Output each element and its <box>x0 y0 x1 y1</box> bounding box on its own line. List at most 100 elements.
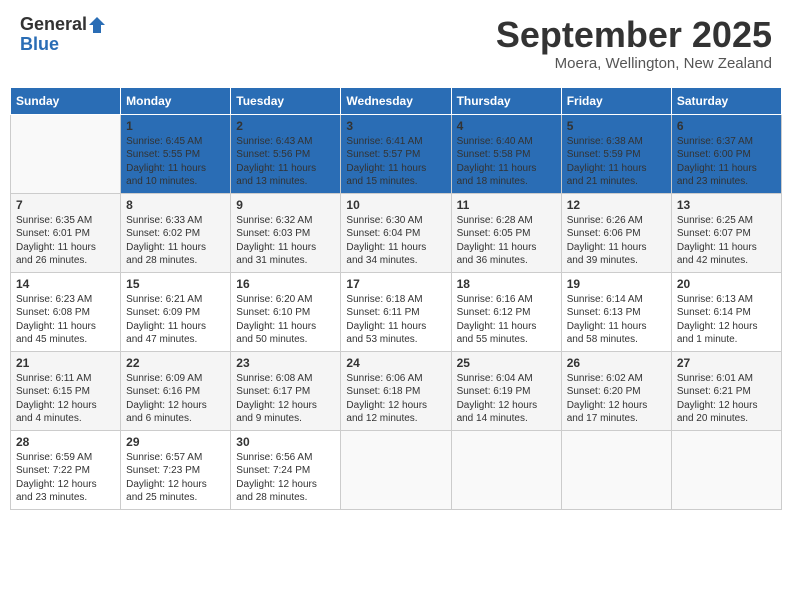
day-number: 9 <box>236 198 335 212</box>
location: Moera, Wellington, New Zealand <box>496 55 772 72</box>
calendar-cell: 27 Sunrise: 6:01 AMSunset: 6:21 PMDayligh… <box>671 351 781 430</box>
header: General Blue September 2025 Moera, Welli… <box>10 10 782 77</box>
header-row: SundayMondayTuesdayWednesdayThursdayFrid… <box>11 87 782 114</box>
calendar-cell: 20 Sunrise: 6:13 AMSunset: 6:14 PMDayligh… <box>671 272 781 351</box>
calendar-cell <box>671 430 781 509</box>
cell-details: Sunrise: 6:28 AMSunset: 6:05 PMDaylight:… <box>457 214 556 268</box>
calendar-cell: 28 Sunrise: 6:59 AMSunset: 7:22 PMDayligh… <box>11 430 121 509</box>
calendar-cell: 5 Sunrise: 6:38 AMSunset: 5:59 PMDaylight… <box>561 114 671 193</box>
col-header-sunday: Sunday <box>11 87 121 114</box>
calendar-cell: 25Sunrise: 6:04 AMSunset: 6:19 PMDayligh… <box>451 351 561 430</box>
calendar-cell: 10 Sunrise: 6:30 AMSunset: 6:04 PMDayligh… <box>341 193 451 272</box>
day-number: 20 <box>677 277 776 291</box>
cell-details: Sunrise: 6:59 AMSunset: 7:22 PMDaylight:… <box>16 451 115 505</box>
cell-details: Sunrise: 6:26 AMSunset: 6:06 PMDaylight:… <box>567 214 666 268</box>
calendar-cell: 23Sunrise: 6:08 AMSunset: 6:17 PMDayligh… <box>231 351 341 430</box>
calendar-cell <box>561 430 671 509</box>
cell-details: Sunrise: 6:43 AMSunset: 5:56 PMDaylight:… <box>236 135 335 189</box>
calendar-cell: 13 Sunrise: 6:25 AMSunset: 6:07 PMDayligh… <box>671 193 781 272</box>
cell-details: Sunrise: 6:14 AMSunset: 6:13 PMDaylight:… <box>567 293 666 347</box>
col-header-thursday: Thursday <box>451 87 561 114</box>
calendar-cell: 24 Sunrise: 6:06 AMSunset: 6:18 PMDayligh… <box>341 351 451 430</box>
cell-details: Sunrise: 6:25 AMSunset: 6:07 PMDaylight:… <box>677 214 776 268</box>
day-number: 3 <box>346 119 445 133</box>
calendar-cell: 8Sunrise: 6:33 AMSunset: 6:02 PMDaylight… <box>121 193 231 272</box>
title-area: September 2025 Moera, Wellington, New Ze… <box>496 15 772 72</box>
day-number: 22 <box>126 356 225 370</box>
day-number: 29 <box>126 435 225 449</box>
calendar-cell: 30 Sunrise: 6:56 AMSunset: 7:24 PMDayligh… <box>231 430 341 509</box>
cell-details: Sunrise: 6:16 AMSunset: 6:12 PMDaylight:… <box>457 293 556 347</box>
day-number: 13 <box>677 198 776 212</box>
cell-details: Sunrise: 6:21 AMSunset: 6:09 PMDaylight:… <box>126 293 225 347</box>
day-number: 11 <box>457 198 556 212</box>
week-row-3: 14Sunrise: 6:23 AMSunset: 6:08 PMDayligh… <box>11 272 782 351</box>
week-row-5: 28 Sunrise: 6:59 AMSunset: 7:22 PMDayligh… <box>11 430 782 509</box>
day-number: 16 <box>236 277 335 291</box>
col-header-friday: Friday <box>561 87 671 114</box>
day-number: 4 <box>457 119 556 133</box>
cell-details: Sunrise: 6:11 AMSunset: 6:15 PMDaylight:… <box>16 372 115 426</box>
calendar-cell: 19Sunrise: 6:14 AMSunset: 6:13 PMDayligh… <box>561 272 671 351</box>
cell-details: Sunrise: 6:57 AMSunset: 7:23 PMDaylight:… <box>126 451 225 505</box>
calendar-cell: 14Sunrise: 6:23 AMSunset: 6:08 PMDayligh… <box>11 272 121 351</box>
cell-details: Sunrise: 6:09 AMSunset: 6:16 PMDaylight:… <box>126 372 225 426</box>
col-header-wednesday: Wednesday <box>341 87 451 114</box>
cell-details: Sunrise: 6:01 AMSunset: 6:21 PMDaylight:… <box>677 372 776 426</box>
col-header-monday: Monday <box>121 87 231 114</box>
logo-general-text: General <box>20 15 87 35</box>
cell-details: Sunrise: 6:38 AMSunset: 5:59 PMDaylight:… <box>567 135 666 189</box>
calendar-table: SundayMondayTuesdayWednesdayThursdayFrid… <box>10 87 782 510</box>
calendar-cell: 7 Sunrise: 6:35 AMSunset: 6:01 PMDaylight… <box>11 193 121 272</box>
week-row-1: 1 Sunrise: 6:45 AMSunset: 5:55 PMDaylight… <box>11 114 782 193</box>
calendar-cell: 21Sunrise: 6:11 AMSunset: 6:15 PMDayligh… <box>11 351 121 430</box>
day-number: 8 <box>126 198 225 212</box>
calendar-cell: 6 Sunrise: 6:37 AMSunset: 6:00 PMDaylight… <box>671 114 781 193</box>
calendar-cell: 26Sunrise: 6:02 AMSunset: 6:20 PMDayligh… <box>561 351 671 430</box>
day-number: 5 <box>567 119 666 133</box>
cell-details: Sunrise: 6:41 AMSunset: 5:57 PMDaylight:… <box>346 135 445 189</box>
cell-details: Sunrise: 6:45 AMSunset: 5:55 PMDaylight:… <box>126 135 225 189</box>
week-row-2: 7 Sunrise: 6:35 AMSunset: 6:01 PMDaylight… <box>11 193 782 272</box>
day-number: 14 <box>16 277 115 291</box>
day-number: 12 <box>567 198 666 212</box>
cell-details: Sunrise: 6:56 AMSunset: 7:24 PMDaylight:… <box>236 451 335 505</box>
calendar-cell: 9Sunrise: 6:32 AMSunset: 6:03 PMDaylight… <box>231 193 341 272</box>
logo-bird-icon <box>88 16 106 34</box>
cell-details: Sunrise: 6:13 AMSunset: 6:14 PMDaylight:… <box>677 293 776 347</box>
day-number: 7 <box>16 198 115 212</box>
day-number: 27 <box>677 356 776 370</box>
cell-details: Sunrise: 6:04 AMSunset: 6:19 PMDaylight:… <box>457 372 556 426</box>
day-number: 2 <box>236 119 335 133</box>
day-number: 24 <box>346 356 445 370</box>
day-number: 10 <box>346 198 445 212</box>
calendar-cell: 11 Sunrise: 6:28 AMSunset: 6:05 PMDayligh… <box>451 193 561 272</box>
calendar-cell: 29 Sunrise: 6:57 AMSunset: 7:23 PMDayligh… <box>121 430 231 509</box>
logo-blue-text: Blue <box>20 35 59 55</box>
cell-details: Sunrise: 6:37 AMSunset: 6:00 PMDaylight:… <box>677 135 776 189</box>
calendar-cell <box>11 114 121 193</box>
day-number: 28 <box>16 435 115 449</box>
cell-details: Sunrise: 6:30 AMSunset: 6:04 PMDaylight:… <box>346 214 445 268</box>
calendar-cell <box>451 430 561 509</box>
day-number: 30 <box>236 435 335 449</box>
cell-details: Sunrise: 6:08 AMSunset: 6:17 PMDaylight:… <box>236 372 335 426</box>
calendar-cell: 12 Sunrise: 6:26 AMSunset: 6:06 PMDayligh… <box>561 193 671 272</box>
day-number: 6 <box>677 119 776 133</box>
calendar-cell: 22 Sunrise: 6:09 AMSunset: 6:16 PMDayligh… <box>121 351 231 430</box>
month-title: September 2025 <box>496 15 772 55</box>
day-number: 1 <box>126 119 225 133</box>
calendar-cell: 16 Sunrise: 6:20 AMSunset: 6:10 PMDayligh… <box>231 272 341 351</box>
col-header-tuesday: Tuesday <box>231 87 341 114</box>
cell-details: Sunrise: 6:20 AMSunset: 6:10 PMDaylight:… <box>236 293 335 347</box>
calendar-cell: 4Sunrise: 6:40 AMSunset: 5:58 PMDaylight… <box>451 114 561 193</box>
day-number: 15 <box>126 277 225 291</box>
day-number: 17 <box>346 277 445 291</box>
cell-details: Sunrise: 6:35 AMSunset: 6:01 PMDaylight:… <box>16 214 115 268</box>
logo: General Blue <box>20 15 106 55</box>
calendar-cell: 2 Sunrise: 6:43 AMSunset: 5:56 PMDaylight… <box>231 114 341 193</box>
cell-details: Sunrise: 6:06 AMSunset: 6:18 PMDaylight:… <box>346 372 445 426</box>
cell-details: Sunrise: 6:02 AMSunset: 6:20 PMDaylight:… <box>567 372 666 426</box>
calendar-cell: 3 Sunrise: 6:41 AMSunset: 5:57 PMDaylight… <box>341 114 451 193</box>
day-number: 18 <box>457 277 556 291</box>
